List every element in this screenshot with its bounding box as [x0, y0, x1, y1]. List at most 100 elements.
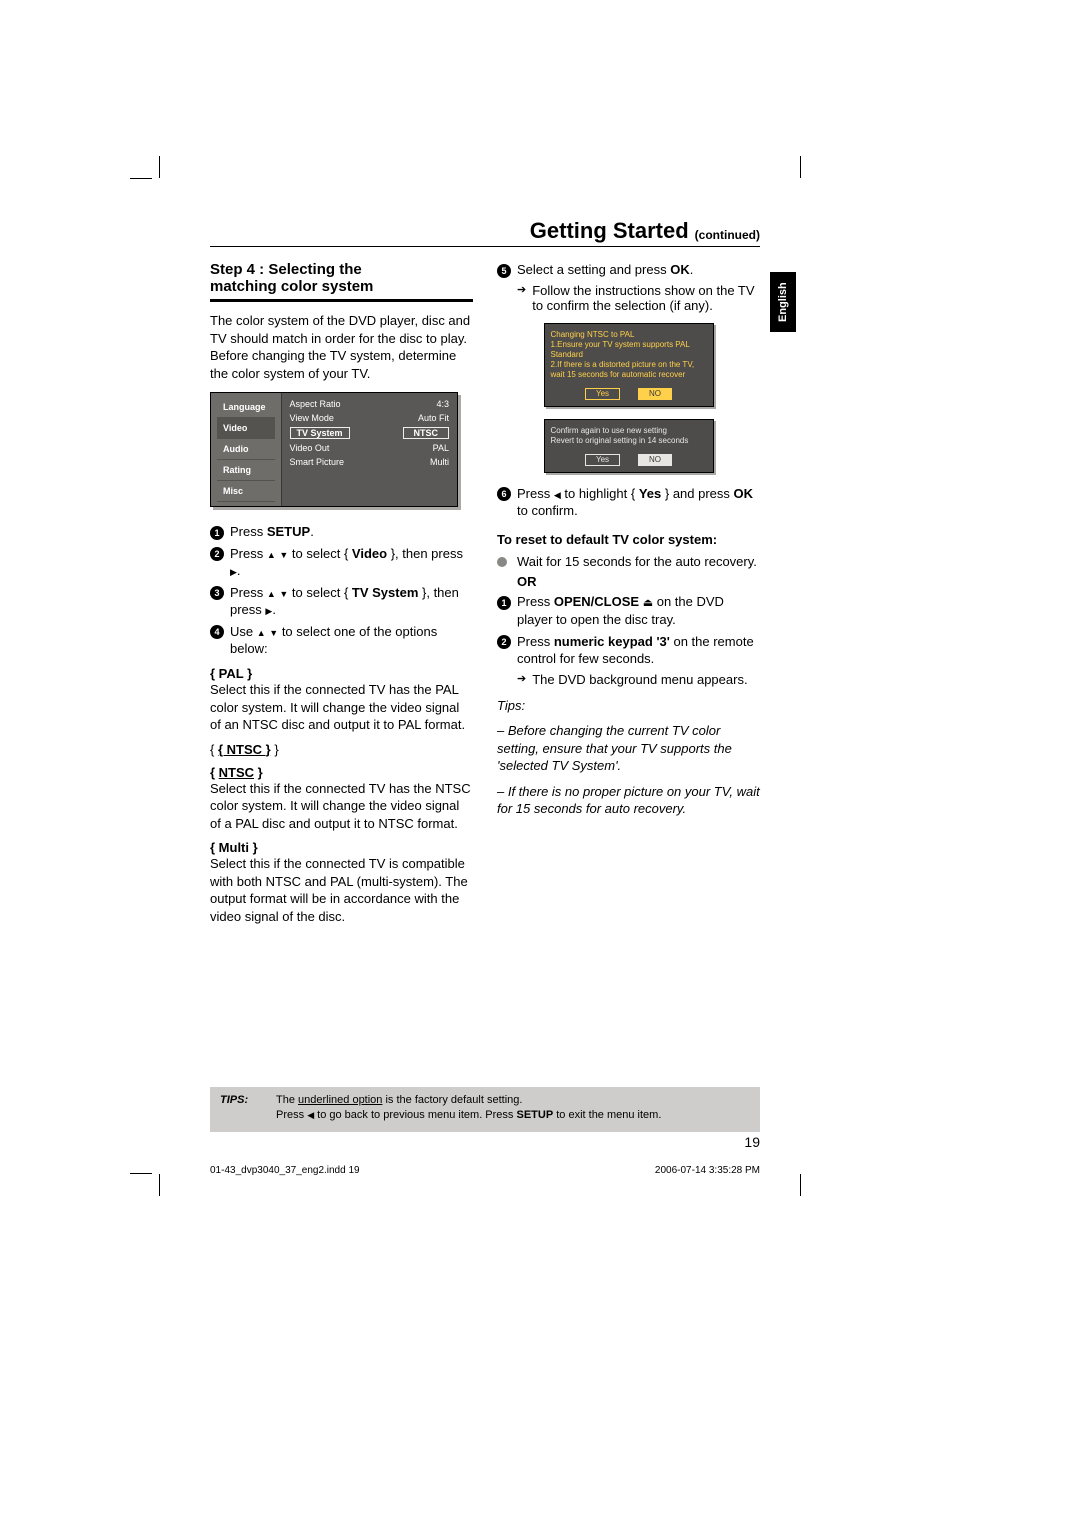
- list-item: 4Use to select one of the options below:: [210, 623, 473, 658]
- text-bold: TV System: [352, 585, 418, 600]
- sub-instruction: The DVD background menu appears.: [497, 672, 760, 687]
- osd-tab: Misc: [217, 481, 275, 502]
- down-arrow-icon: [279, 546, 288, 561]
- list-item: 1Press SETUP.: [210, 523, 473, 541]
- confirm-buttons: Yes NO: [551, 454, 707, 466]
- text: The: [276, 1094, 298, 1106]
- osd-key: Aspect Ratio: [290, 399, 341, 409]
- text-bold: Video: [352, 546, 387, 561]
- down-arrow-icon: [279, 585, 288, 600]
- text: to confirm.: [517, 503, 578, 518]
- osd-tab: Rating: [217, 460, 275, 481]
- step-number-icon: 1: [210, 526, 224, 540]
- osd-val: PAL: [433, 443, 449, 453]
- list-item: 2Press numeric keypad '3' on the remote …: [497, 633, 760, 668]
- osd-val: 4:3: [436, 399, 449, 409]
- step-heading-line: Step 4 : Selecting the: [210, 261, 362, 278]
- sub-instruction: Follow the instructions show on the TV t…: [497, 283, 760, 313]
- print-footer: 01-43_dvp3040_37_eng2.indd 19 2006-07-14…: [210, 1165, 760, 1176]
- tips-body: The underlined option is the factory def…: [276, 1093, 750, 1124]
- text-bold: OPEN/CLOSE: [554, 594, 639, 609]
- text: to select {: [288, 546, 352, 561]
- text-bold: Yes: [639, 486, 661, 501]
- osd-val: Auto Fit: [418, 413, 449, 423]
- option-heading-multi: { Multi }: [210, 840, 473, 855]
- confirm-buttons: Yes NO: [551, 388, 707, 400]
- text: Press: [230, 585, 267, 600]
- osd-settings: Aspect Ratio4:3 View ModeAuto Fit TV Sys…: [281, 393, 457, 506]
- text-bold: SETUP: [267, 524, 310, 539]
- option-text: Select this if the connected TV has the …: [210, 780, 473, 833]
- page-title-row: Getting Started (continued): [210, 218, 760, 247]
- up-arrow-icon: [267, 546, 276, 561]
- text: The DVD background menu appears.: [532, 672, 747, 687]
- list-item: Wait for 15 seconds for the auto recover…: [497, 553, 760, 571]
- step-number-icon: 1: [497, 596, 511, 610]
- no-button: NO: [638, 388, 672, 400]
- tips-heading: Tips:: [497, 697, 760, 715]
- text: to exit the menu item.: [553, 1109, 661, 1121]
- crop-mark: [130, 1173, 152, 1174]
- crop-mark: [130, 178, 152, 179]
- text: is the factory default setting.: [382, 1094, 522, 1106]
- no-button: NO: [638, 454, 672, 466]
- osd-key: Smart Picture: [290, 457, 345, 467]
- text: .: [272, 602, 276, 617]
- text: Wait for 15 seconds for the auto recover…: [517, 553, 760, 571]
- text-bold: numeric keypad '3': [554, 634, 670, 649]
- osd-confirm-box: Confirm again to use new setting Revert …: [544, 419, 714, 473]
- yes-button: Yes: [585, 454, 620, 466]
- text-underline: underlined option: [298, 1094, 382, 1106]
- page-title: Getting Started: [530, 218, 689, 244]
- text: Select a setting and press: [517, 262, 670, 277]
- step-number-icon: 4: [210, 625, 224, 639]
- osd-val: NTSC: [403, 427, 450, 439]
- yes-button: Yes: [585, 388, 620, 400]
- crop-mark: [159, 156, 160, 178]
- reset-heading: To reset to default TV color system:: [497, 532, 760, 547]
- footer-timestamp: 2006-07-14 3:35:28 PM: [655, 1165, 760, 1176]
- osd-key: TV System: [290, 427, 350, 439]
- crop-mark: [800, 1174, 801, 1196]
- confirm-line: Changing NTSC to PAL: [551, 330, 707, 340]
- language-tab: English: [770, 272, 796, 332]
- text: Press: [517, 594, 554, 609]
- left-arrow-icon: [554, 486, 561, 501]
- left-column: Step 4 : Selecting the matching color sy…: [210, 261, 473, 933]
- option-ntsc-label: { NTSC }: [218, 742, 271, 757]
- text: .: [310, 524, 314, 539]
- text: }, then press: [387, 546, 463, 561]
- text: Press: [276, 1109, 307, 1121]
- step-heading-line: matching color system: [210, 278, 373, 295]
- tips-label: TIPS:: [220, 1093, 276, 1124]
- tips-footer-bar: TIPS: The underlined option is the facto…: [210, 1087, 760, 1132]
- crop-mark: [800, 156, 801, 178]
- osd-val: Multi: [430, 457, 449, 467]
- text: .: [237, 563, 241, 578]
- osd-confirm-box: Changing NTSC to PAL 1.Ensure your TV sy…: [544, 323, 714, 407]
- step-number-icon: 6: [497, 487, 511, 501]
- option-heading-ntsc: { { NTSC } }: [210, 742, 473, 757]
- osd-tabs: Language Video Audio Rating Misc: [211, 393, 281, 506]
- confirm-line: Revert to original setting in 14 seconds: [551, 436, 707, 446]
- text: Follow the instructions show on the TV t…: [532, 283, 760, 313]
- option-heading-pal: { PAL }: [210, 666, 473, 681]
- step-number-icon: 2: [210, 547, 224, 561]
- osd-row: Smart Picture Multi: [288, 455, 452, 469]
- down-arrow-icon: [269, 624, 278, 639]
- step-intro: The color system of the DVD player, disc…: [210, 312, 473, 382]
- osd-row: Aspect Ratio 4:3: [288, 397, 452, 411]
- text: Press: [517, 486, 554, 501]
- tips-text: – If there is no proper picture on your …: [497, 783, 760, 818]
- list-item: 5Select a setting and press OK.: [497, 261, 760, 279]
- or-label: OR: [497, 574, 760, 589]
- list-item: 6Press to highlight { Yes } and press OK…: [497, 485, 760, 520]
- option-heading-ntsc-real: { NTSC }: [210, 765, 473, 780]
- text: to highlight {: [561, 486, 639, 501]
- page-content: Getting Started (continued) English Step…: [210, 218, 760, 933]
- eject-icon: [643, 594, 653, 609]
- text: } and press: [661, 486, 733, 501]
- osd-row-highlighted: TV System NTSC: [288, 425, 452, 441]
- page-title-continued: (continued): [695, 228, 760, 242]
- list-item: 2Press to select { Video }, then press .: [210, 545, 473, 580]
